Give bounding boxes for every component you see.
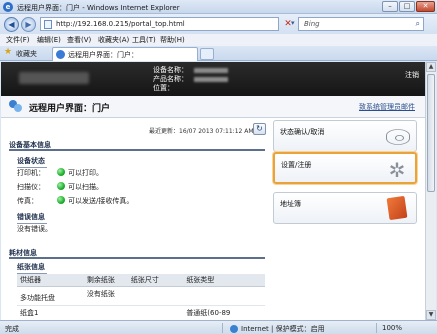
card-label: 地址簿 bbox=[280, 200, 301, 208]
favorites-star-icon[interactable]: ★ bbox=[4, 47, 12, 57]
ie-logo-icon: e bbox=[3, 2, 13, 12]
tab-label: 远程用户界面：门户： bbox=[68, 51, 138, 59]
logout-link[interactable]: 注销 bbox=[405, 70, 419, 80]
address-book-card[interactable]: 地址簿 bbox=[273, 192, 417, 224]
favorites-button[interactable]: 收藏夹 bbox=[16, 49, 37, 59]
forward-button[interactable]: ▶ bbox=[21, 17, 36, 32]
scanner-status-icon bbox=[57, 182, 65, 190]
device-info: 设备名称： 产品名称： 位置： bbox=[153, 66, 228, 93]
zoom-level[interactable]: 100% bbox=[382, 324, 402, 332]
menu-edit[interactable]: 编辑(E) bbox=[37, 35, 61, 45]
table-row: 多功能托盘 没有纸张 bbox=[17, 286, 265, 306]
section-device-basic: 设备基本信息 bbox=[9, 140, 265, 151]
refresh-status-button[interactable]: ↻ bbox=[253, 123, 266, 135]
tab-bar: ★ 收藏夹 远程用户界面：门户： bbox=[0, 46, 437, 61]
status-divider bbox=[222, 323, 223, 333]
col-size: 纸张尺寸 bbox=[127, 274, 184, 287]
table-cell: 多功能托盘 bbox=[17, 286, 84, 306]
table-cell bbox=[127, 305, 184, 320]
product-name-label: 产品名称： bbox=[153, 75, 188, 83]
search-icon[interactable]: ⌕ bbox=[416, 19, 420, 29]
paper-table-header: 供纸器 剩余纸张 纸张尺寸 纸张类型 bbox=[17, 274, 265, 287]
page-title: 远程用户界面：门户 bbox=[29, 104, 111, 114]
settings-registration-card[interactable]: 设置/注册 ✲ bbox=[273, 152, 417, 184]
status-done: 完成 bbox=[5, 325, 19, 333]
url-text: http://192.168.0.215/portal_top.html bbox=[56, 20, 185, 28]
window-title: 远程用户界面：门户 - Windows Internet Explorer bbox=[17, 4, 180, 12]
section-consumables: 耗材信息 bbox=[9, 248, 265, 259]
fax-status-icon bbox=[57, 196, 65, 204]
book-icon bbox=[386, 195, 408, 221]
search-input[interactable]: Bing ⌕ bbox=[298, 17, 424, 31]
search-placeholder: Bing bbox=[304, 20, 320, 28]
printer-status-text: 可以打印。 bbox=[68, 169, 103, 177]
card-label: 状态确认/取消 bbox=[280, 128, 325, 136]
last-updated: 最近更新：16/07 2013 07:11:12 AM bbox=[149, 128, 254, 135]
eye-icon bbox=[386, 129, 410, 145]
scanner-label: 扫描仪： bbox=[17, 183, 45, 191]
table-cell: 普通纸(60-89 bbox=[183, 305, 265, 320]
mail-admin-link[interactable]: 致系统管理员邮件 bbox=[359, 102, 415, 112]
error-info-title: 错误信息 bbox=[17, 212, 47, 224]
table-row: 纸盒1 普通纸(60-89 bbox=[17, 305, 265, 320]
window-title-bar: e 远程用户界面：门户 - Windows Internet Explorer … bbox=[0, 0, 437, 14]
address-toolbar: ◀ ▶ http://192.168.0.215/portal_top.html… bbox=[0, 14, 437, 34]
fax-status-text: 可以发送/接收传真。 bbox=[68, 197, 134, 205]
gear-icon: ✲ bbox=[388, 158, 406, 182]
col-source: 供纸器 bbox=[17, 274, 84, 287]
device-name-value bbox=[194, 67, 228, 73]
security-zone[interactable]: Internet | 保护模式：启用 bbox=[230, 324, 325, 334]
close-window-button[interactable]: ✕ bbox=[416, 1, 435, 12]
location-label: 位置： bbox=[153, 84, 174, 92]
stop-icon[interactable]: ✕ bbox=[282, 17, 294, 31]
table-cell: 没有纸张 bbox=[83, 286, 128, 306]
maximize-button[interactable]: □ bbox=[399, 1, 415, 12]
error-info-text: 没有错误。 bbox=[17, 225, 52, 233]
menu-bar: 文件(F) 编辑(E) 查看(V) 收藏夹(A) 工具(T) 帮助(H) bbox=[0, 34, 437, 46]
menu-file[interactable]: 文件(F) bbox=[6, 35, 30, 45]
menu-view[interactable]: 查看(V) bbox=[67, 35, 91, 45]
scroll-down-icon[interactable]: ▼ bbox=[426, 310, 436, 320]
fax-label: 传真： bbox=[17, 197, 38, 205]
table-cell bbox=[127, 286, 184, 306]
table-cell bbox=[83, 305, 128, 320]
brand-logo bbox=[19, 72, 89, 84]
printer-status-icon bbox=[57, 168, 65, 176]
menu-tools[interactable]: 工具(T) bbox=[132, 35, 156, 45]
table-cell: 纸盒1 bbox=[17, 305, 84, 320]
security-zone-text: Internet | 保护模式：启用 bbox=[241, 325, 325, 333]
globe-icon bbox=[230, 325, 238, 333]
new-tab-button[interactable] bbox=[200, 48, 214, 60]
status-bar: 完成 Internet | 保护模式：启用 100% bbox=[0, 320, 437, 334]
page-icon bbox=[44, 20, 52, 29]
scroll-up-icon[interactable]: ▲ bbox=[426, 62, 436, 72]
scanner-status-text: 可以扫描。 bbox=[68, 183, 103, 191]
col-remaining: 剩余纸张 bbox=[83, 274, 128, 287]
product-name-value bbox=[194, 76, 228, 82]
menu-favorites[interactable]: 收藏夹(A) bbox=[98, 35, 129, 45]
col-type: 纸张类型 bbox=[183, 274, 265, 287]
card-label: 设置/注册 bbox=[281, 161, 312, 169]
back-button[interactable]: ◀ bbox=[4, 17, 19, 32]
page-header: 设备名称： 产品名称： 位置： 注销 bbox=[1, 62, 425, 96]
scroll-thumb[interactable] bbox=[427, 74, 435, 192]
device-name-label: 设备名称： bbox=[153, 66, 188, 74]
minimize-button[interactable]: – bbox=[382, 1, 398, 12]
printer-label: 打印机： bbox=[17, 169, 45, 177]
paper-info-title: 纸张信息 bbox=[17, 262, 47, 274]
status-monitor-card[interactable]: 状态确认/取消 bbox=[273, 120, 417, 152]
tab-favicon-icon bbox=[56, 50, 65, 59]
menu-help[interactable]: 帮助(H) bbox=[160, 35, 185, 45]
page-title-row: 远程用户界面：门户 致系统管理员邮件 bbox=[1, 96, 425, 118]
tab-portal[interactable]: 远程用户界面：门户： bbox=[52, 47, 198, 61]
address-bar[interactable]: http://192.168.0.215/portal_top.html ▾ ↻ bbox=[40, 17, 311, 31]
vertical-scrollbar[interactable]: ▲ ▼ bbox=[425, 62, 436, 320]
page-content: 设备名称： 产品名称： 位置： 注销 远程用户界面：门户 致系统管理员邮件 最近… bbox=[1, 62, 425, 320]
device-status-title: 设备状态 bbox=[17, 156, 47, 168]
status-divider bbox=[376, 323, 377, 333]
users-icon bbox=[9, 100, 23, 112]
paper-table: 供纸器 剩余纸张 纸张尺寸 纸张类型 多功能托盘 没有纸张 纸盒1 普通纸(60… bbox=[17, 274, 265, 320]
table-cell bbox=[183, 286, 265, 306]
